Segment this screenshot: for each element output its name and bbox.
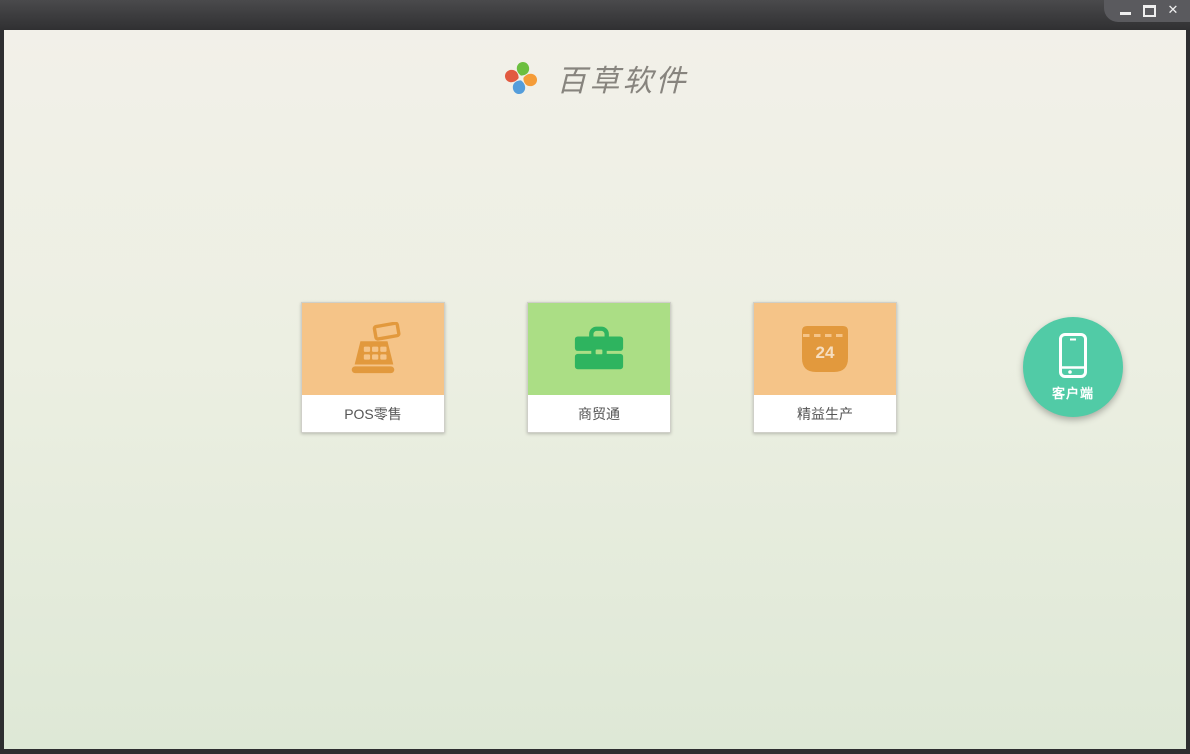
maximize-icon (1142, 5, 1156, 17)
pinwheel-logo-icon (502, 59, 540, 97)
product-card-trade[interactable]: 商贸通 (527, 302, 671, 433)
client-button[interactable]: 客户端 (1023, 317, 1123, 417)
close-button[interactable]: ✕ (1166, 4, 1180, 18)
cash-register-icon (344, 322, 402, 376)
briefcase-icon (572, 325, 626, 373)
titlebar[interactable]: ✕ (0, 0, 1190, 30)
product-card-pos[interactable]: POS零售 (301, 302, 445, 433)
app-title: 百草软件 (556, 64, 689, 99)
product-tile (302, 303, 444, 395)
product-tile: 24 (754, 303, 896, 395)
app-window: ✕ 百草软件 POS零售 商贸通 24 精益生产 客户端 (0, 0, 1190, 754)
brand-header: 百草软件 (4, 30, 1186, 100)
product-tile (528, 303, 670, 395)
close-icon: ✕ (1167, 3, 1179, 18)
main-content: 百草软件 POS零售 商贸通 24 精益生产 客户端 (0, 30, 1190, 754)
minimize-button[interactable] (1118, 4, 1132, 18)
window-controls: ✕ (1104, 0, 1190, 22)
calendar-day-text: 24 (816, 343, 835, 362)
calendar-icon: 24 (800, 324, 850, 374)
product-label: POS零售 (302, 395, 444, 432)
smartphone-icon (1057, 332, 1089, 380)
client-button-label: 客户端 (1051, 386, 1094, 401)
maximize-button[interactable] (1142, 4, 1156, 18)
minimize-icon (1119, 11, 1131, 15)
product-card-lean[interactable]: 24 精益生产 (753, 302, 897, 433)
product-label: 商贸通 (528, 395, 670, 432)
product-label: 精益生产 (754, 395, 896, 432)
